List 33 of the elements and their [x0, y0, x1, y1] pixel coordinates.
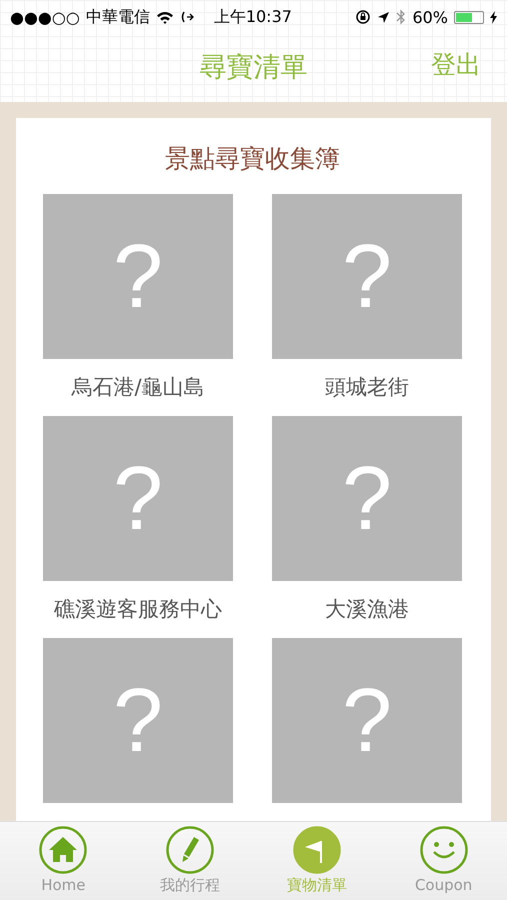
- collection-title: 景點尋寶收集簿: [164, 143, 341, 175]
- page-title: 尋寶清單: [200, 51, 308, 85]
- spot-name: 礁溪遊客服務中心: [53, 596, 223, 623]
- bluetooth-icon: [396, 9, 406, 25]
- locked-tile[interactable]: ?: [272, 638, 462, 803]
- wifi-icon: [156, 10, 174, 24]
- question-mark: ?: [342, 676, 392, 766]
- locked-tile[interactable]: ?: [272, 194, 462, 359]
- tab[interactable]: 寶物清單: [254, 822, 380, 900]
- logout-button[interactable]: 登出: [431, 48, 481, 81]
- location-arrow-icon: [377, 10, 390, 24]
- tab[interactable]: Coupon: [380, 822, 507, 900]
- charging-bolt-icon: [490, 10, 497, 24]
- question-mark: ?: [342, 232, 392, 322]
- spot-name: 頭城老街: [324, 374, 410, 401]
- locked-tile[interactable]: ?: [43, 416, 233, 581]
- battery-percentage: 60%: [412, 8, 448, 26]
- locked-tile[interactable]: ?: [43, 638, 233, 803]
- carrier-name: 中華電信: [86, 6, 150, 28]
- tab[interactable]: 我的行程: [126, 822, 254, 900]
- spot-name: 烏石港/龜山島: [70, 374, 206, 401]
- question-mark: ?: [112, 454, 164, 544]
- spot-name: 大溪漁港: [324, 596, 410, 623]
- question-mark: ?: [342, 454, 392, 544]
- rotation-lock-icon: [355, 9, 372, 25]
- tab[interactable]: Home: [0, 822, 127, 900]
- clock: 上午10:37: [214, 6, 292, 28]
- signal-strength: ●●●○○: [10, 8, 80, 26]
- locked-tile[interactable]: ?: [43, 194, 233, 359]
- question-mark: ?: [112, 232, 164, 322]
- call-forward-icon: [180, 10, 194, 24]
- locked-tile[interactable]: ?: [272, 416, 462, 581]
- question-mark: ?: [112, 676, 164, 766]
